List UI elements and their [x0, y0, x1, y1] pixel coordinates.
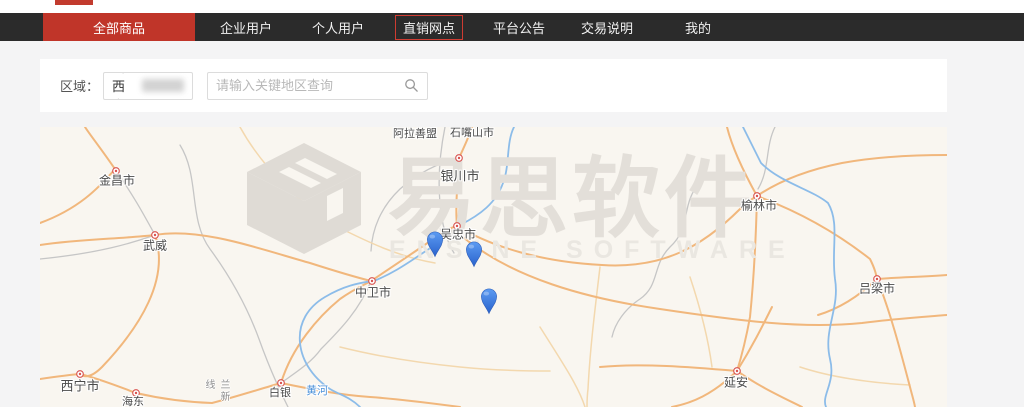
nav-item[interactable]: 直销网点 — [395, 13, 463, 41]
city-label: 吴忠市 — [440, 226, 476, 243]
nav-item[interactable]: 我的 — [685, 13, 711, 41]
rail-label: 兰新线 — [201, 379, 231, 407]
city-label: 金昌市 — [99, 172, 135, 189]
city-label: 西宁市 — [60, 376, 99, 395]
city-label: 石嘴山市 — [450, 127, 494, 140]
nav-item-label-highlighted: 直销网点 — [395, 15, 463, 40]
map-panel[interactable]: 易思软件 ENSINE SOFTWARE 阿拉善盟石嘴山市 银川市 吴忠市 中卫… — [40, 127, 947, 407]
city-label: 中卫市 — [355, 284, 391, 301]
watermark-cube-logo — [245, 141, 367, 257]
top-red-sliver — [55, 0, 93, 5]
city-label: 榆林市 — [741, 197, 777, 214]
main-navbar: 全部商品 企业用户 个人用户 直销网点 平台公告 交易说明 我的 — [0, 13, 1024, 41]
city-label: 阿拉善盟 — [393, 127, 437, 141]
region-select-value: 山西省 — [112, 72, 137, 100]
city-label: 吕梁市 — [859, 280, 895, 297]
region-label: 区域： — [60, 76, 99, 95]
nav-item-label: 个人用户 — [312, 18, 364, 37]
city-label: 银川市 — [440, 166, 479, 185]
region-search-input[interactable] — [216, 78, 404, 93]
magnifier-icon[interactable] — [404, 78, 419, 93]
nav-item[interactable]: 个人用户 — [312, 13, 364, 41]
city-label: 白银 — [269, 384, 291, 400]
map-pin-icon[interactable] — [465, 241, 483, 268]
map-pin-icon[interactable] — [480, 288, 498, 315]
nav-item-label: 我的 — [685, 18, 711, 37]
nav-item[interactable]: 交易说明 — [581, 13, 633, 41]
map-pin-icon[interactable] — [426, 231, 444, 258]
city-label: 延安 — [724, 374, 748, 391]
top-strip — [0, 0, 1024, 13]
region-value-redacted — [142, 79, 184, 92]
nav-item-label: 平台公告 — [493, 18, 545, 37]
water-label: 黄河 — [306, 382, 328, 398]
nav-item-label: 企业用户 — [220, 18, 272, 37]
filter-panel: 区域： 山西省 — [40, 59, 947, 112]
nav-item[interactable]: 平台公告 — [493, 13, 545, 41]
city-label: 武威 — [143, 237, 167, 254]
nav-item-active[interactable]: 全部商品 — [43, 13, 195, 41]
nav-item-label: 交易说明 — [581, 18, 633, 37]
region-search-box — [207, 72, 428, 100]
region-select[interactable]: 山西省 — [103, 72, 193, 100]
nav-item[interactable]: 企业用户 — [220, 13, 272, 41]
city-label: 海东 — [122, 393, 144, 407]
